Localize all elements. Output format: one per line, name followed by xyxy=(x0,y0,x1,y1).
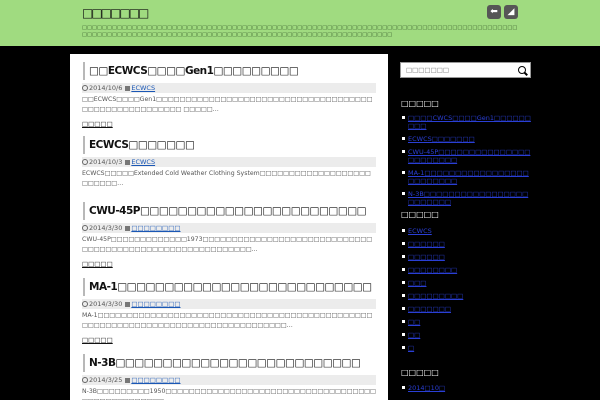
clock-icon xyxy=(82,301,88,307)
post-title[interactable]: ECWCS□□□□□□□ xyxy=(83,136,379,154)
post-excerpt: N-3B□□□□□□□□□1950□□□□□□□□□□□□□□□□□□□□□□□… xyxy=(82,388,376,400)
recent-post-link[interactable]: □□□□CWCS□□□□Gen1□□□□□□□□□ xyxy=(402,114,532,130)
site-header: □□□□□□□ □□□□□□□□□□□□□□□□□□□□□□□□□□□□□□□□… xyxy=(0,0,600,46)
folder-icon xyxy=(125,160,131,165)
search-box xyxy=(400,62,531,78)
post-list: □□ECWCS□□□□Gen1□□□□□□□□□ 2014/10/6 ECWCS … xyxy=(70,54,388,400)
search-icon[interactable] xyxy=(518,66,526,74)
post-category[interactable]: ECWCS xyxy=(131,158,155,166)
post-meta: 2014/3/30 □□□□□□□□ xyxy=(82,223,376,233)
archives-list: 2014□10□ xyxy=(402,384,532,397)
category-link[interactable]: ECWCS xyxy=(402,227,532,235)
category-link[interactable]: □□□ xyxy=(402,279,532,287)
post-meta: 2014/10/6 ECWCS xyxy=(82,83,376,93)
archives-title: □□□□□ xyxy=(401,368,439,377)
recent-post-link[interactable]: MA-1□□□□□□□□□□□□□□□□□□□□□□□□□ xyxy=(402,169,532,185)
post-meta: 2014/3/25 □□□□□□□□ xyxy=(82,375,376,385)
post-title[interactable]: MA-1□□□□□□□□□□□□□□□□□□□□□□□□□□□ xyxy=(83,278,379,296)
category-link[interactable]: □□□□□□ xyxy=(402,240,532,248)
folder-icon xyxy=(125,86,131,91)
folder-icon xyxy=(125,378,131,383)
site-title[interactable]: □□□□□□□ xyxy=(82,6,149,20)
post-excerpt: ECWCS□□□□□Extended Cold Weather Clothing… xyxy=(82,170,371,187)
post-date: 2014/10/6 xyxy=(89,84,123,92)
recent-post-link[interactable]: N-3B□□□□□□□□□□□□□□□□□□□□□□□□ xyxy=(402,190,532,206)
read-more-link[interactable]: □□□□□ xyxy=(82,260,113,269)
post-date: 2014/3/30 xyxy=(89,224,123,232)
recent-post-link[interactable]: ECWCS□□□□□□□ xyxy=(402,135,532,143)
post-category[interactable]: ECWCS xyxy=(131,84,155,92)
post-excerpt: CWU-45P□□□□□□□□□□□□□1973□□□□□□□□□□□□□□□□… xyxy=(82,236,373,253)
recent-posts-title: □□□□□ xyxy=(401,99,439,108)
post-meta: 2014/3/30 □□□□□□□□ xyxy=(82,299,376,309)
archive-link[interactable]: 2014□10□ xyxy=(402,384,532,392)
post-excerpt: □□ECWCS□□□□Gen1□□□□□□□□□□□□□□□□□□□□□□□□□… xyxy=(82,96,373,113)
search-input[interactable] xyxy=(406,63,516,77)
share-icon[interactable]: ⬅ xyxy=(487,5,501,19)
site-description: □□□□□□□□□□□□□□□□□□□□□□□□□□□□□□□□□□□□□□□□… xyxy=(82,25,518,38)
read-more-link[interactable]: □□□□□ xyxy=(82,120,113,129)
post-title[interactable]: N-3B□□□□□□□□□□□□□□□□□□□□□□□□□□ xyxy=(83,354,379,372)
post-title[interactable]: □□ECWCS□□□□Gen1□□□□□□□□□ xyxy=(83,62,379,80)
category-link[interactable]: □□□□□□□ xyxy=(402,305,532,313)
post-category[interactable]: □□□□□□□□ xyxy=(131,300,180,308)
read-more-link[interactable]: □□□□□ xyxy=(82,336,113,345)
clock-icon xyxy=(82,225,88,231)
post-title[interactable]: CWU-45P□□□□□□□□□□□□□□□□□□□□□□□□ xyxy=(83,202,379,220)
post-meta: 2014/10/3 ECWCS xyxy=(82,157,376,167)
categories-list: ECWCS □□□□□□ □□□□□□ □□□□□□□□ □□□ □□□□□□□… xyxy=(402,227,532,357)
category-link[interactable]: □□□□□□□□□ xyxy=(402,292,532,300)
folder-icon xyxy=(125,302,131,307)
post-date: 2014/3/25 xyxy=(89,376,123,384)
clock-icon xyxy=(82,377,88,383)
post-date: 2014/10/3 xyxy=(89,158,123,166)
category-link[interactable]: □□ xyxy=(402,331,532,339)
rss-icon[interactable]: ◢ xyxy=(504,5,518,19)
folder-icon xyxy=(125,226,131,231)
post-category[interactable]: □□□□□□□□ xyxy=(131,224,180,232)
category-link[interactable]: □□□□□□□□ xyxy=(402,266,532,274)
category-link[interactable]: □□□□□□ xyxy=(402,253,532,261)
post-excerpt: MA-1□□□□□□□□□□□□□□□□□□□□□□□□□□□□□□□□□□□□… xyxy=(82,312,373,329)
post-date: 2014/3/30 xyxy=(89,300,123,308)
category-link[interactable]: □ xyxy=(402,344,532,352)
categories-title: □□□□□ xyxy=(401,210,439,219)
category-link[interactable]: □□ xyxy=(402,318,532,326)
post-category[interactable]: □□□□□□□□ xyxy=(131,376,180,384)
clock-icon xyxy=(82,85,88,91)
recent-post-link[interactable]: CWU-45P□□□□□□□□□□□□□□□□□□□□□□□ xyxy=(402,148,532,164)
clock-icon xyxy=(82,159,88,165)
recent-posts-list: □□□□CWCS□□□□Gen1□□□□□□□□□ ECWCS□□□□□□□ C… xyxy=(402,114,532,211)
